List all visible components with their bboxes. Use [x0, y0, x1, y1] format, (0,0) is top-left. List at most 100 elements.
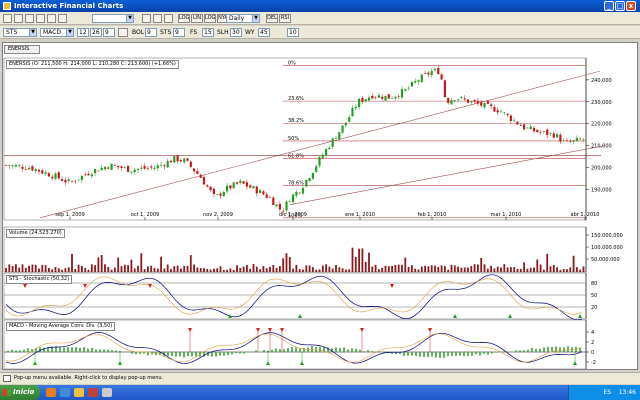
volume-bar	[526, 268, 529, 272]
candle-body	[397, 96, 400, 98]
volume-bar	[453, 265, 456, 272]
macd-hist-bar	[299, 348, 301, 352]
candle-body	[414, 81, 417, 83]
candle-body	[473, 100, 476, 102]
fib-label: 38.2%	[288, 118, 304, 124]
macd-hist-bar	[7, 350, 9, 352]
candle-body	[47, 173, 50, 177]
volume-bar	[94, 265, 96, 272]
macd-hist-bar	[415, 352, 417, 357]
macd-hist-bar	[371, 351, 373, 352]
macd-hist-bar	[367, 350, 369, 352]
candle-body	[150, 166, 153, 168]
volume-bar	[331, 268, 334, 272]
macd-hist-bar	[251, 351, 253, 352]
media-icon[interactable]	[88, 388, 98, 397]
candle-body	[407, 87, 410, 89]
macd-hist-bar	[287, 348, 289, 352]
volume-bar	[533, 267, 535, 272]
candle-body	[318, 156, 321, 166]
candle-body	[166, 160, 169, 168]
macd-hist-bar	[103, 349, 105, 352]
candle-body	[127, 165, 130, 173]
volume-bar	[298, 269, 301, 272]
candle-body	[490, 104, 493, 107]
candle-body	[315, 166, 318, 172]
volume-bar	[348, 269, 351, 272]
macd-hist-bar	[475, 352, 477, 355]
volume-bar	[401, 264, 403, 272]
chart-panes[interactable]: 240,000 230,000 220,000 210,000 200,000 190,0…	[0, 0, 640, 372]
volume-pane[interactable]: 150.000.000 100.000.000 50.000.000	[3, 226, 623, 273]
macd-hist-bar	[279, 349, 281, 352]
macd-hist-bar	[403, 352, 405, 356]
volume-bar	[170, 269, 172, 272]
candle-body	[202, 177, 206, 185]
macd-hist-bar	[495, 352, 497, 353]
candle-body	[433, 68, 437, 71]
volume-bar	[262, 266, 265, 272]
candle-body	[361, 97, 364, 102]
candle-body	[367, 97, 371, 101]
y-tick-label: -2	[591, 360, 596, 366]
volume-bar	[444, 266, 446, 272]
macd-hist-bar	[271, 349, 273, 352]
volume-bar	[252, 264, 255, 272]
volume-bar	[104, 264, 106, 272]
stochastic-pane[interactable]: 80 50 20	[3, 272, 597, 321]
app-icon[interactable]	[102, 388, 112, 397]
macd-hist-bar	[303, 348, 305, 352]
volume-bar	[397, 264, 400, 272]
macd-hist-bar	[19, 350, 21, 352]
candle-body	[8, 165, 11, 166]
candle-body	[285, 201, 288, 211]
start-button[interactable]: Inicio	[0, 385, 40, 400]
candle-body	[509, 115, 512, 121]
firefox-icon[interactable]	[46, 388, 56, 397]
candle-body	[235, 182, 239, 184]
candle-body	[546, 129, 549, 135]
candle-body	[579, 138, 582, 140]
macd-hist-bar	[119, 350, 121, 352]
folder-icon[interactable]	[74, 388, 84, 397]
candle-body	[189, 161, 192, 167]
volume-bar	[186, 265, 189, 272]
ie-icon[interactable]	[60, 388, 70, 397]
macd-hist-bar	[519, 350, 521, 352]
fib-label: 61.8%	[288, 154, 304, 160]
macd-hist-bar	[463, 352, 465, 357]
macd-hist-bar	[459, 352, 461, 356]
y-tick-label: 50	[591, 293, 597, 299]
volume-bar	[8, 264, 11, 272]
candle-body	[183, 158, 186, 163]
volume-bar	[503, 264, 506, 272]
volume-bar	[28, 265, 30, 272]
macd-hist-bar	[335, 347, 337, 352]
candle-body	[559, 134, 562, 142]
volume-bar	[364, 261, 367, 272]
volume-bar	[199, 268, 202, 272]
candle-body	[410, 81, 413, 87]
y-tick-label: 50.000.000	[591, 257, 620, 263]
volume-bar	[242, 266, 245, 272]
macd-hist-bar	[231, 352, 233, 355]
candle-body	[539, 132, 542, 133]
macd-hist-bar	[443, 352, 445, 358]
language-indicator[interactable]: ES	[603, 389, 611, 396]
candle-body	[391, 98, 394, 99]
candle-body	[117, 165, 120, 168]
volume-bar	[87, 269, 90, 272]
candle-body	[100, 167, 103, 171]
volume-bar	[48, 268, 50, 272]
price-pane[interactable]: 240,000 230,000 220,000 210,000 200,000 190,0…	[3, 57, 612, 221]
volume-bar	[24, 267, 27, 272]
volume-bar	[11, 266, 14, 272]
candle-body	[252, 186, 255, 189]
macd-hist-bar	[359, 349, 361, 352]
volume-bar	[361, 248, 364, 272]
volume-bar	[285, 253, 288, 272]
volume-bar	[189, 255, 192, 272]
macd-hist-bar	[267, 350, 269, 352]
volume-bar	[318, 269, 321, 272]
volume-bar	[107, 267, 110, 272]
